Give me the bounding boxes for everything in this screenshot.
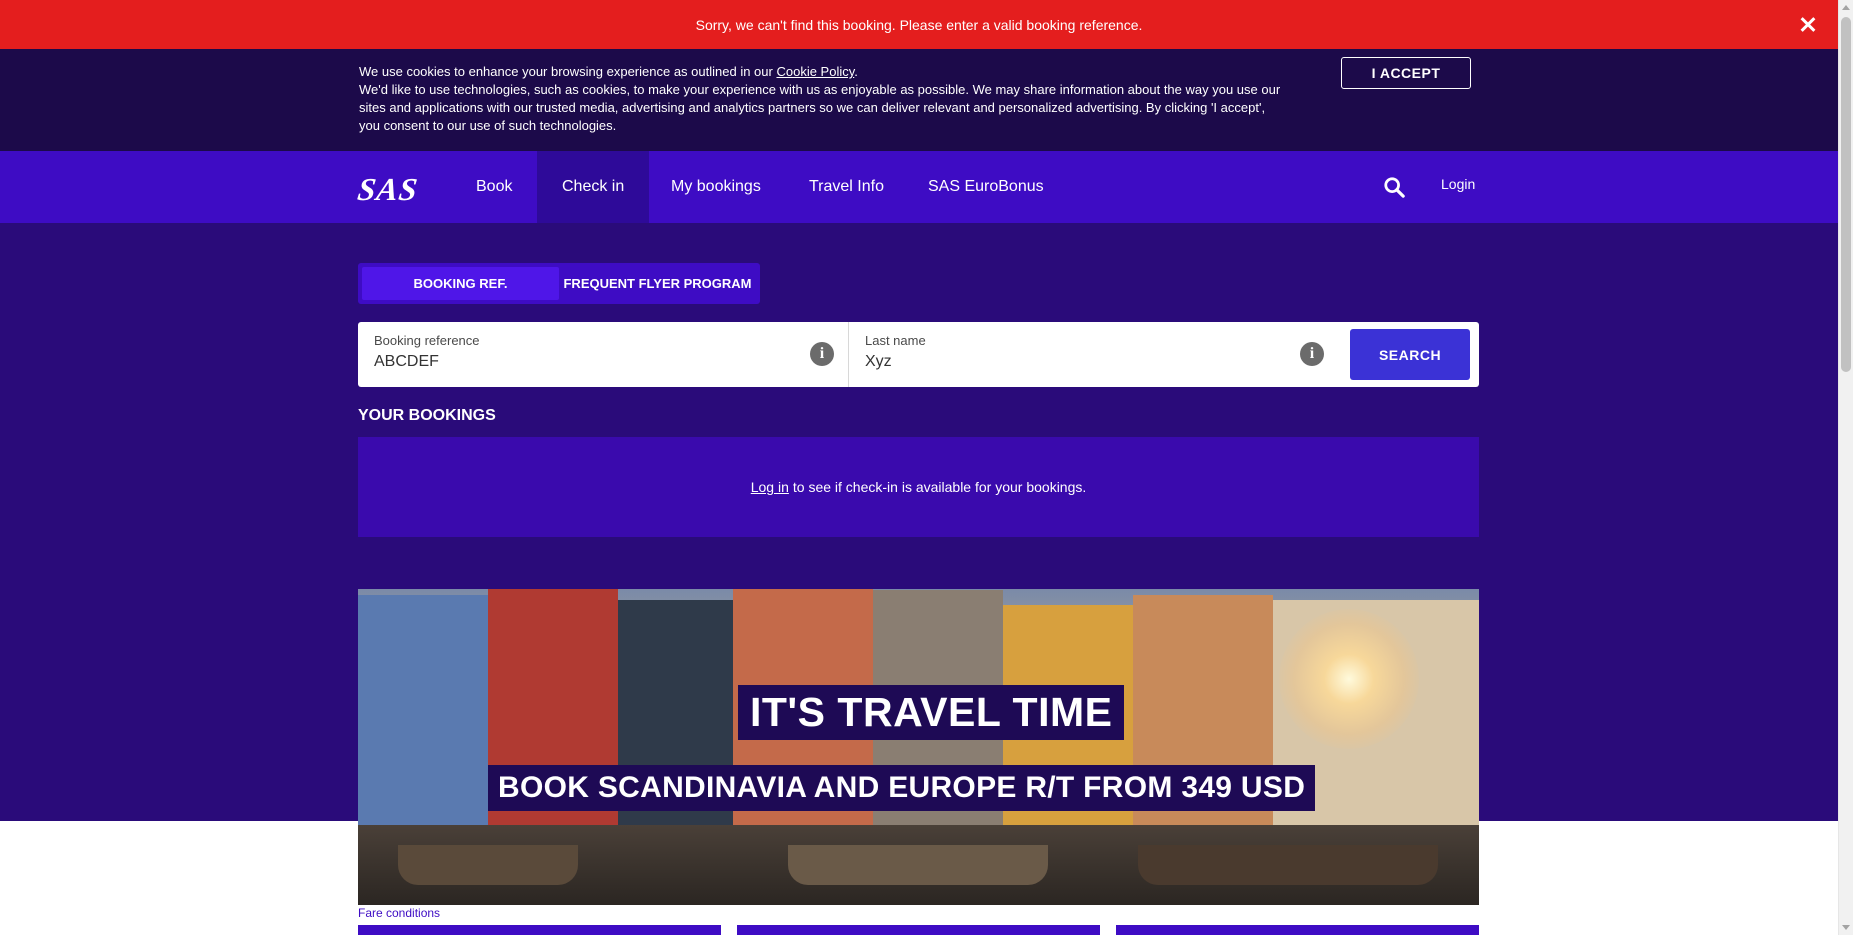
last-name-input[interactable]: [865, 353, 1265, 371]
search-button[interactable]: SEARCH: [1350, 329, 1470, 380]
nav-item-travel-info[interactable]: Travel Info: [809, 151, 884, 223]
accept-cookies-button[interactable]: I ACCEPT: [1341, 57, 1471, 89]
promo-card[interactable]: [1116, 925, 1479, 935]
info-icon[interactable]: i: [1300, 342, 1324, 366]
close-icon[interactable]: [1796, 12, 1820, 36]
info-icon[interactable]: i: [810, 342, 834, 366]
tab-frequent-flyer[interactable]: FREQUENT FLYER PROGRAM: [559, 267, 756, 300]
last-name-field: Last name i: [848, 322, 1338, 387]
boat: [1138, 845, 1438, 885]
booking-reference-field: Booking reference i: [358, 322, 848, 387]
boat: [788, 845, 1048, 885]
your-bookings-title: YOUR BOOKINGS: [358, 407, 496, 424]
promo-title: IT'S TRAVEL TIME: [738, 685, 1125, 740]
cookie-text-line2: We'd like to use technologies, such as c…: [359, 82, 1281, 133]
error-banner: Sorry, we can't find this booking. Pleas…: [0, 0, 1838, 49]
check-in-method-tabs: BOOKING REF. FREQUENT FLYER PROGRAM: [358, 263, 760, 304]
cookie-text-period: .: [854, 64, 858, 79]
nav-item-check-in[interactable]: Check in: [537, 151, 650, 223]
booking-reference-input[interactable]: [374, 353, 774, 371]
building-blue: [358, 595, 488, 835]
fare-conditions-link[interactable]: Fare conditions: [358, 906, 440, 920]
sas-logo[interactable]: SAS: [355, 171, 421, 208]
promo-banner[interactable]: IT'S TRAVEL TIME BOOK SCANDINAVIA AND EU…: [358, 589, 1479, 905]
cookie-text-line1: We use cookies to enhance your browsing …: [359, 64, 777, 79]
nav-item-book[interactable]: Book: [476, 151, 512, 223]
cookie-text: We use cookies to enhance your browsing …: [359, 63, 1284, 135]
last-name-label: Last name: [865, 333, 926, 348]
cookie-consent-bar: We use cookies to enhance your browsing …: [0, 49, 1838, 151]
promo-card[interactable]: [358, 925, 721, 935]
nav-item-my-bookings[interactable]: My bookings: [671, 151, 761, 223]
tab-booking-ref[interactable]: BOOKING REF.: [362, 267, 559, 300]
page-scrollbar[interactable]: [1838, 0, 1853, 935]
boat: [398, 845, 578, 885]
error-message: Sorry, we can't find this booking. Pleas…: [695, 16, 1143, 33]
booking-search-form: Booking reference i Last name i SEARCH: [358, 322, 1479, 387]
booking-reference-label: Booking reference: [374, 333, 480, 348]
scrollbar-thumb[interactable]: [1841, 17, 1851, 372]
nav-item-sas-eurobonus[interactable]: SAS EuroBonus: [928, 151, 1044, 223]
main-navigation: SAS Book Check in My bookings Travel Inf…: [0, 151, 1838, 223]
promo-card[interactable]: [737, 925, 1100, 935]
sun-flare: [1279, 609, 1419, 749]
login-link[interactable]: Login: [1441, 176, 1475, 192]
login-link-inline[interactable]: Log in: [751, 479, 789, 495]
bookings-message: to see if check-in is available for your…: [792, 479, 1087, 495]
search-icon[interactable]: [1383, 176, 1405, 198]
scroll-up-arrow-icon[interactable]: [1842, 5, 1850, 10]
bookings-panel: Log in to see if check-in is available f…: [358, 437, 1479, 537]
promo-subtitle: BOOK SCANDINAVIA AND EUROPE R/T FROM 349…: [488, 765, 1316, 811]
scroll-down-arrow-icon[interactable]: [1842, 925, 1850, 930]
cookie-policy-link[interactable]: Cookie Policy: [776, 64, 854, 79]
